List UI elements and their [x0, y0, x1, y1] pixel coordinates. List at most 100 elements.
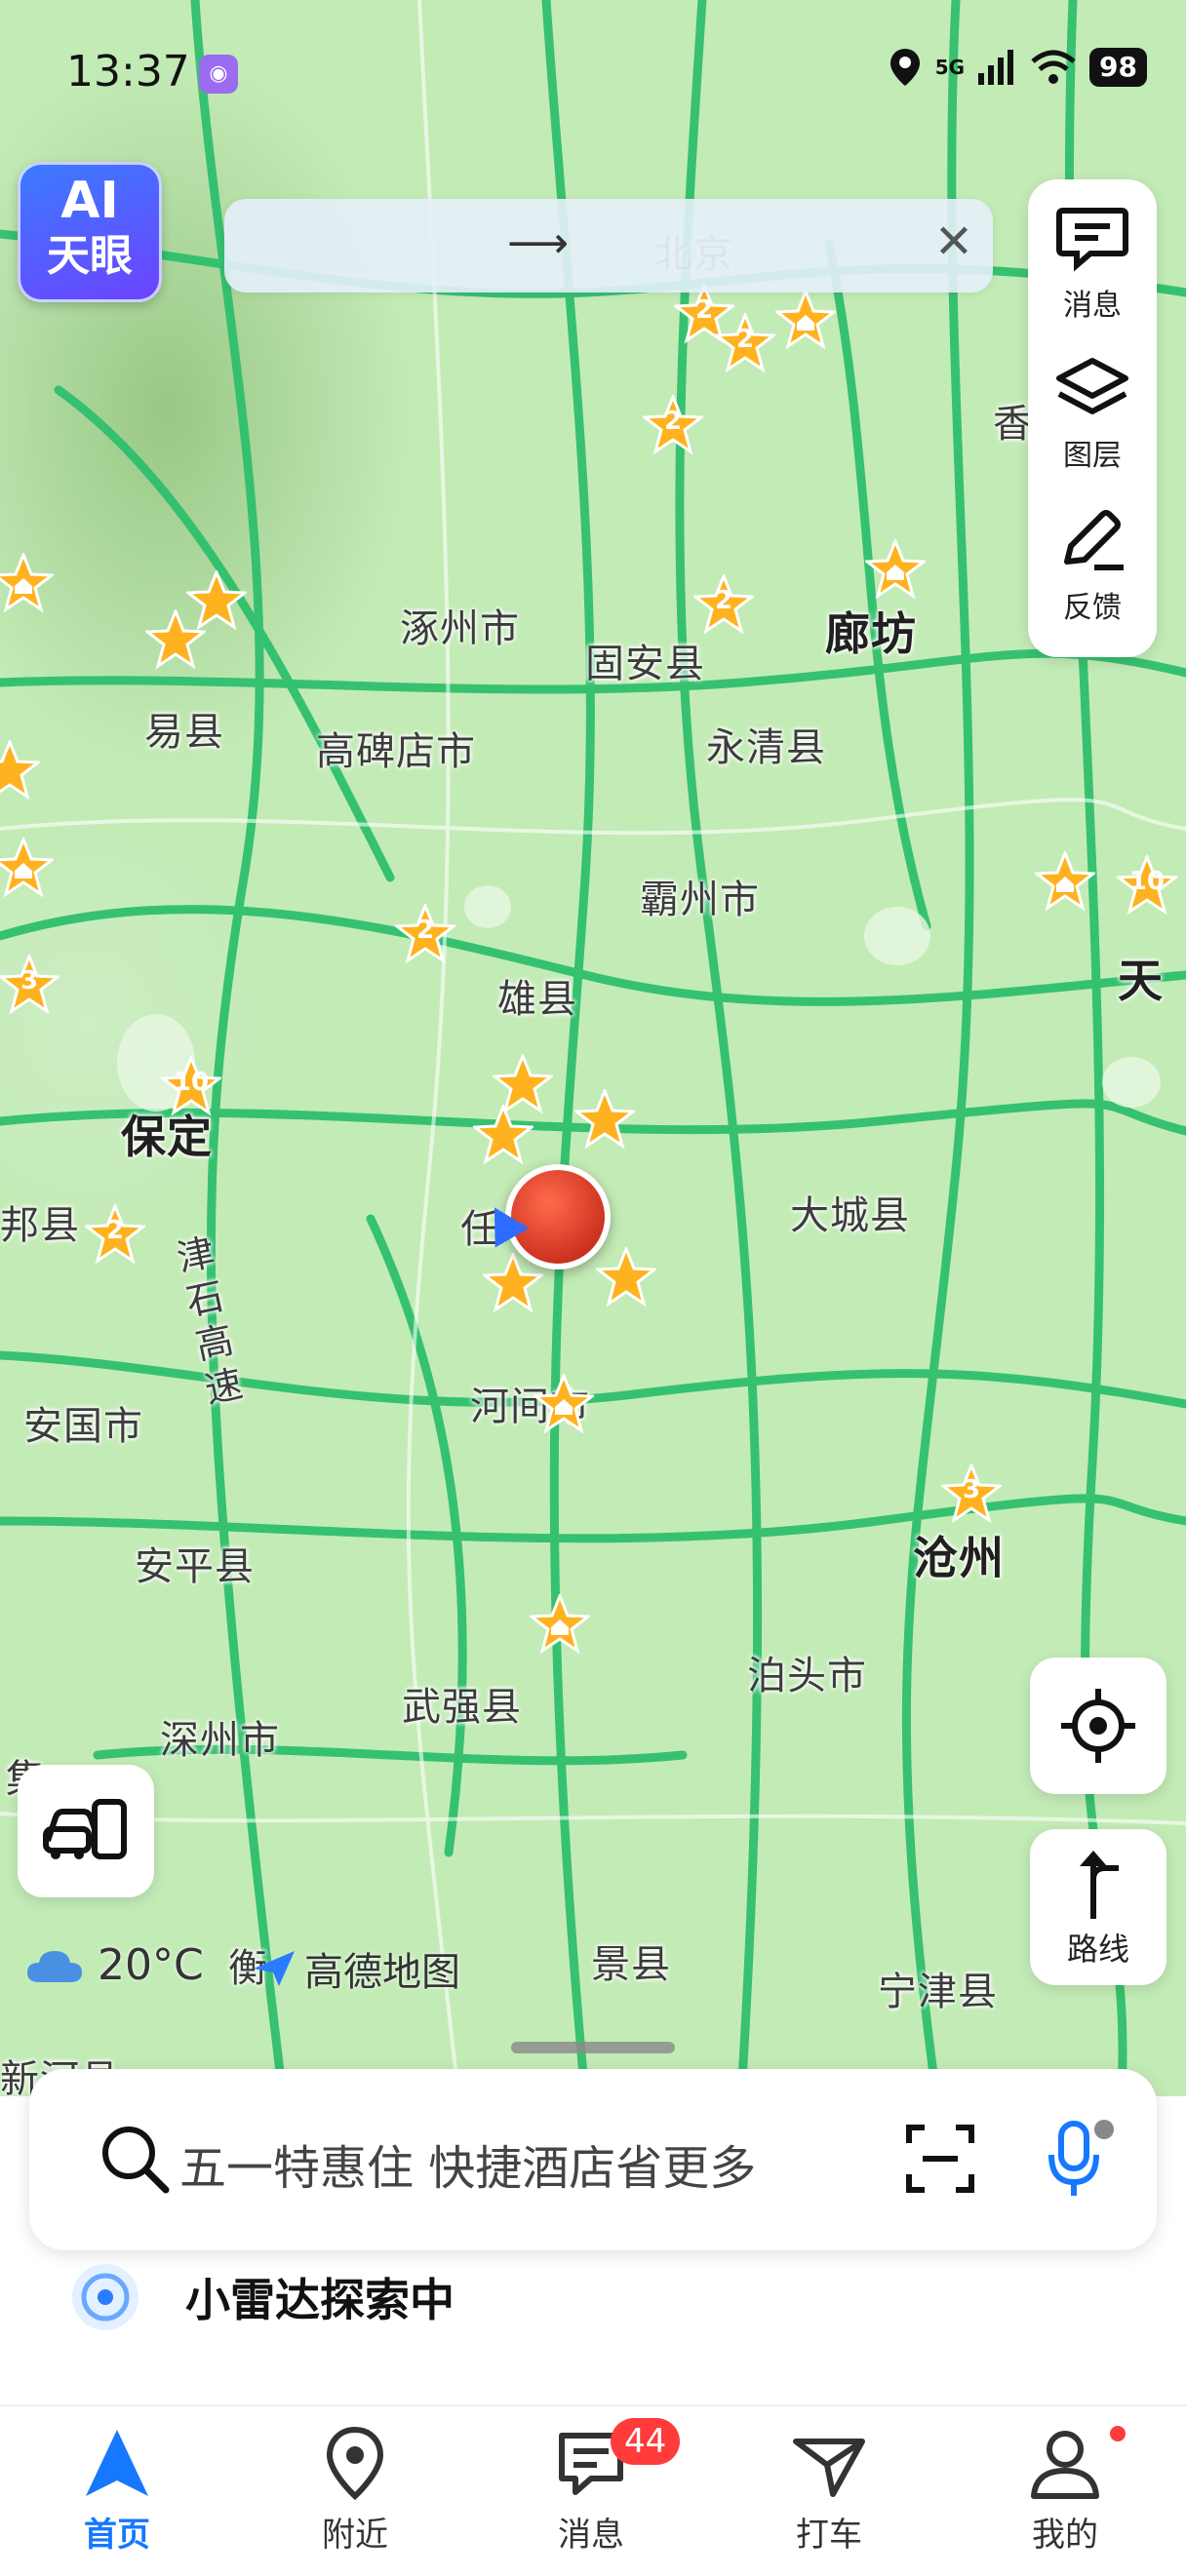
search-bar[interactable]: 五一特惠住 快捷酒店省更多 — [29, 2069, 1157, 2250]
nav-nearby[interactable]: 附近 — [257, 2406, 453, 2556]
city-label[interactable]: 武强县 — [402, 1675, 522, 1732]
sheet-drag-handle[interactable] — [511, 2042, 675, 2053]
city-label[interactable]: 大城县 — [790, 1184, 910, 1240]
poi-star-icon[interactable] — [865, 539, 926, 600]
message-count-badge: 44 — [611, 2418, 681, 2465]
cluster-count: 10 — [173, 1068, 210, 1097]
nav-taxi[interactable]: 打车 — [731, 2406, 927, 2556]
message-icon — [1056, 208, 1128, 272]
city-label[interactable]: 泊头市 — [747, 1644, 867, 1700]
messages-label: 消息 — [1063, 289, 1122, 323]
poi-star-icon[interactable] — [574, 1089, 635, 1150]
cluster-count: 10 — [1128, 867, 1166, 896]
route-banner[interactable]: ⟶ ✕ — [224, 199, 993, 293]
scan-icon[interactable] — [905, 2124, 975, 2194]
messages-button[interactable]: 消息 — [1028, 205, 1157, 324]
cluster-count: 3 — [20, 966, 39, 995]
amap-logo-icon — [254, 1951, 295, 1986]
poi-star-icon[interactable] — [0, 838, 54, 898]
road-network — [0, 0, 1186, 2096]
nav-home[interactable]: 首页 — [20, 2406, 215, 2556]
city-label[interactable]: 永清县 — [706, 716, 826, 772]
poi-star-icon[interactable] — [775, 290, 836, 350]
route-icon — [1080, 1851, 1119, 1919]
city-label[interactable]: 霸州市 — [640, 868, 760, 924]
city-label[interactable]: 邦县 — [0, 1193, 80, 1250]
nav-nearby-label: 附近 — [322, 2516, 388, 2555]
location-pin-icon — [326, 2426, 384, 2501]
poi-star-icon[interactable] — [534, 1374, 594, 1434]
city-label[interactable]: 雄县 — [497, 967, 577, 1024]
search-icon — [102, 2127, 170, 2194]
poi-cluster-star[interactable]: 2 — [693, 574, 754, 635]
amap-logo: 高德地图 — [250, 1940, 460, 1997]
radar-row[interactable]: 小雷达探索中 — [68, 2260, 455, 2334]
poi-cluster-star[interactable]: 3 — [941, 1464, 1002, 1524]
nav-messages-label: 消息 — [558, 2516, 624, 2555]
poi-cluster-star[interactable]: 2 — [643, 395, 703, 455]
poi-star-icon[interactable] — [145, 609, 206, 670]
city-label[interactable]: 安国市 — [23, 1394, 143, 1451]
microphone-icon[interactable] — [1044, 2118, 1122, 2202]
nav-profile-label: 我的 — [1032, 2516, 1098, 2555]
city-label[interactable]: 深州市 — [160, 1708, 280, 1765]
wifi-icon — [1031, 50, 1076, 84]
feedback-label: 反馈 — [1063, 591, 1122, 625]
nav-profile[interactable]: 我的 — [968, 2406, 1163, 2556]
city-label[interactable]: 天 — [1118, 946, 1164, 1010]
layers-button[interactable]: 图层 — [1028, 355, 1157, 474]
city-label[interactable]: 宁津县 — [878, 1960, 998, 2016]
poi-star-icon[interactable] — [1035, 851, 1095, 912]
location-icon — [890, 49, 920, 86]
cluster-count: 2 — [415, 916, 435, 945]
poi-star-icon[interactable] — [473, 1105, 534, 1165]
search-input[interactable]: 五一特惠住 快捷酒店省更多 — [179, 2129, 756, 2198]
poi-star-icon[interactable] — [0, 740, 40, 800]
map-view[interactable]: 涿州市 固安县 廊坊 易县 高碑店市 永清县 霸州市 雄县 保定 大城县 安国市… — [0, 0, 1186, 2096]
ai-badge-line2: 天眼 — [47, 231, 133, 281]
car-connect-button[interactable] — [18, 1765, 154, 1897]
poi-star-icon[interactable] — [0, 553, 54, 613]
bottom-navigation: 首页 附近 44 消息 打车 我的 — [0, 2404, 1186, 2576]
status-bar: 13:37 ◉ 5G 98 — [0, 0, 1186, 146]
cloud-icon — [27, 1950, 82, 1982]
nav-messages[interactable]: 44 消息 — [494, 2406, 689, 2556]
poi-cluster-star[interactable]: 2 — [715, 313, 775, 373]
ai-tianyan-button[interactable]: AI 天眼 — [18, 162, 162, 302]
poi-cluster-star[interactable]: 2 — [85, 1204, 145, 1265]
poi-star-icon[interactable] — [596, 1247, 656, 1308]
network-type: 5G — [934, 56, 966, 79]
poi-cluster-star[interactable]: 2 — [395, 904, 455, 964]
city-label[interactable]: 廊坊 — [825, 599, 917, 663]
city-label[interactable]: 沧州 — [913, 1523, 1005, 1587]
route-button[interactable]: 路线 — [1030, 1829, 1166, 1985]
city-label[interactable]: 易县 — [144, 700, 224, 757]
city-label[interactable]: 涿州市 — [400, 597, 520, 653]
feedback-button[interactable]: 反馈 — [1028, 507, 1157, 626]
city-label[interactable]: 高碑店市 — [316, 720, 476, 776]
cluster-count: 3 — [962, 1475, 981, 1504]
status-time: 13:37 — [66, 47, 190, 97]
city-label[interactable]: 香 — [993, 392, 1033, 449]
cluster-count: 2 — [714, 586, 733, 615]
locate-icon — [1061, 1689, 1135, 1763]
nav-taxi-label: 打车 — [796, 2516, 862, 2555]
close-icon[interactable]: ✕ — [925, 213, 983, 271]
poi-star-icon[interactable] — [530, 1594, 590, 1655]
temperature: 20°C — [98, 1940, 204, 1990]
layers-icon — [1056, 358, 1128, 414]
ai-badge-line1: AI — [60, 172, 119, 230]
city-label[interactable]: 景县 — [591, 1932, 671, 1989]
weather-widget[interactable]: 20°C — [25, 1940, 204, 1990]
route-label: 路线 — [1066, 1931, 1129, 1968]
arrow-right-icon: ⟶ — [507, 218, 570, 268]
poi-cluster-star[interactable]: 3 — [0, 955, 59, 1015]
poi-cluster-star[interactable]: 10 — [161, 1056, 221, 1116]
poi-cluster-star[interactable]: 10 — [1117, 855, 1177, 916]
city-label[interactable]: 固安县 — [585, 632, 705, 688]
city-label[interactable]: 安平县 — [135, 1535, 255, 1591]
locate-button[interactable] — [1030, 1658, 1166, 1794]
signal-icon — [978, 50, 1014, 85]
car-phone-icon — [43, 1799, 127, 1859]
cluster-count: 2 — [105, 1216, 125, 1245]
